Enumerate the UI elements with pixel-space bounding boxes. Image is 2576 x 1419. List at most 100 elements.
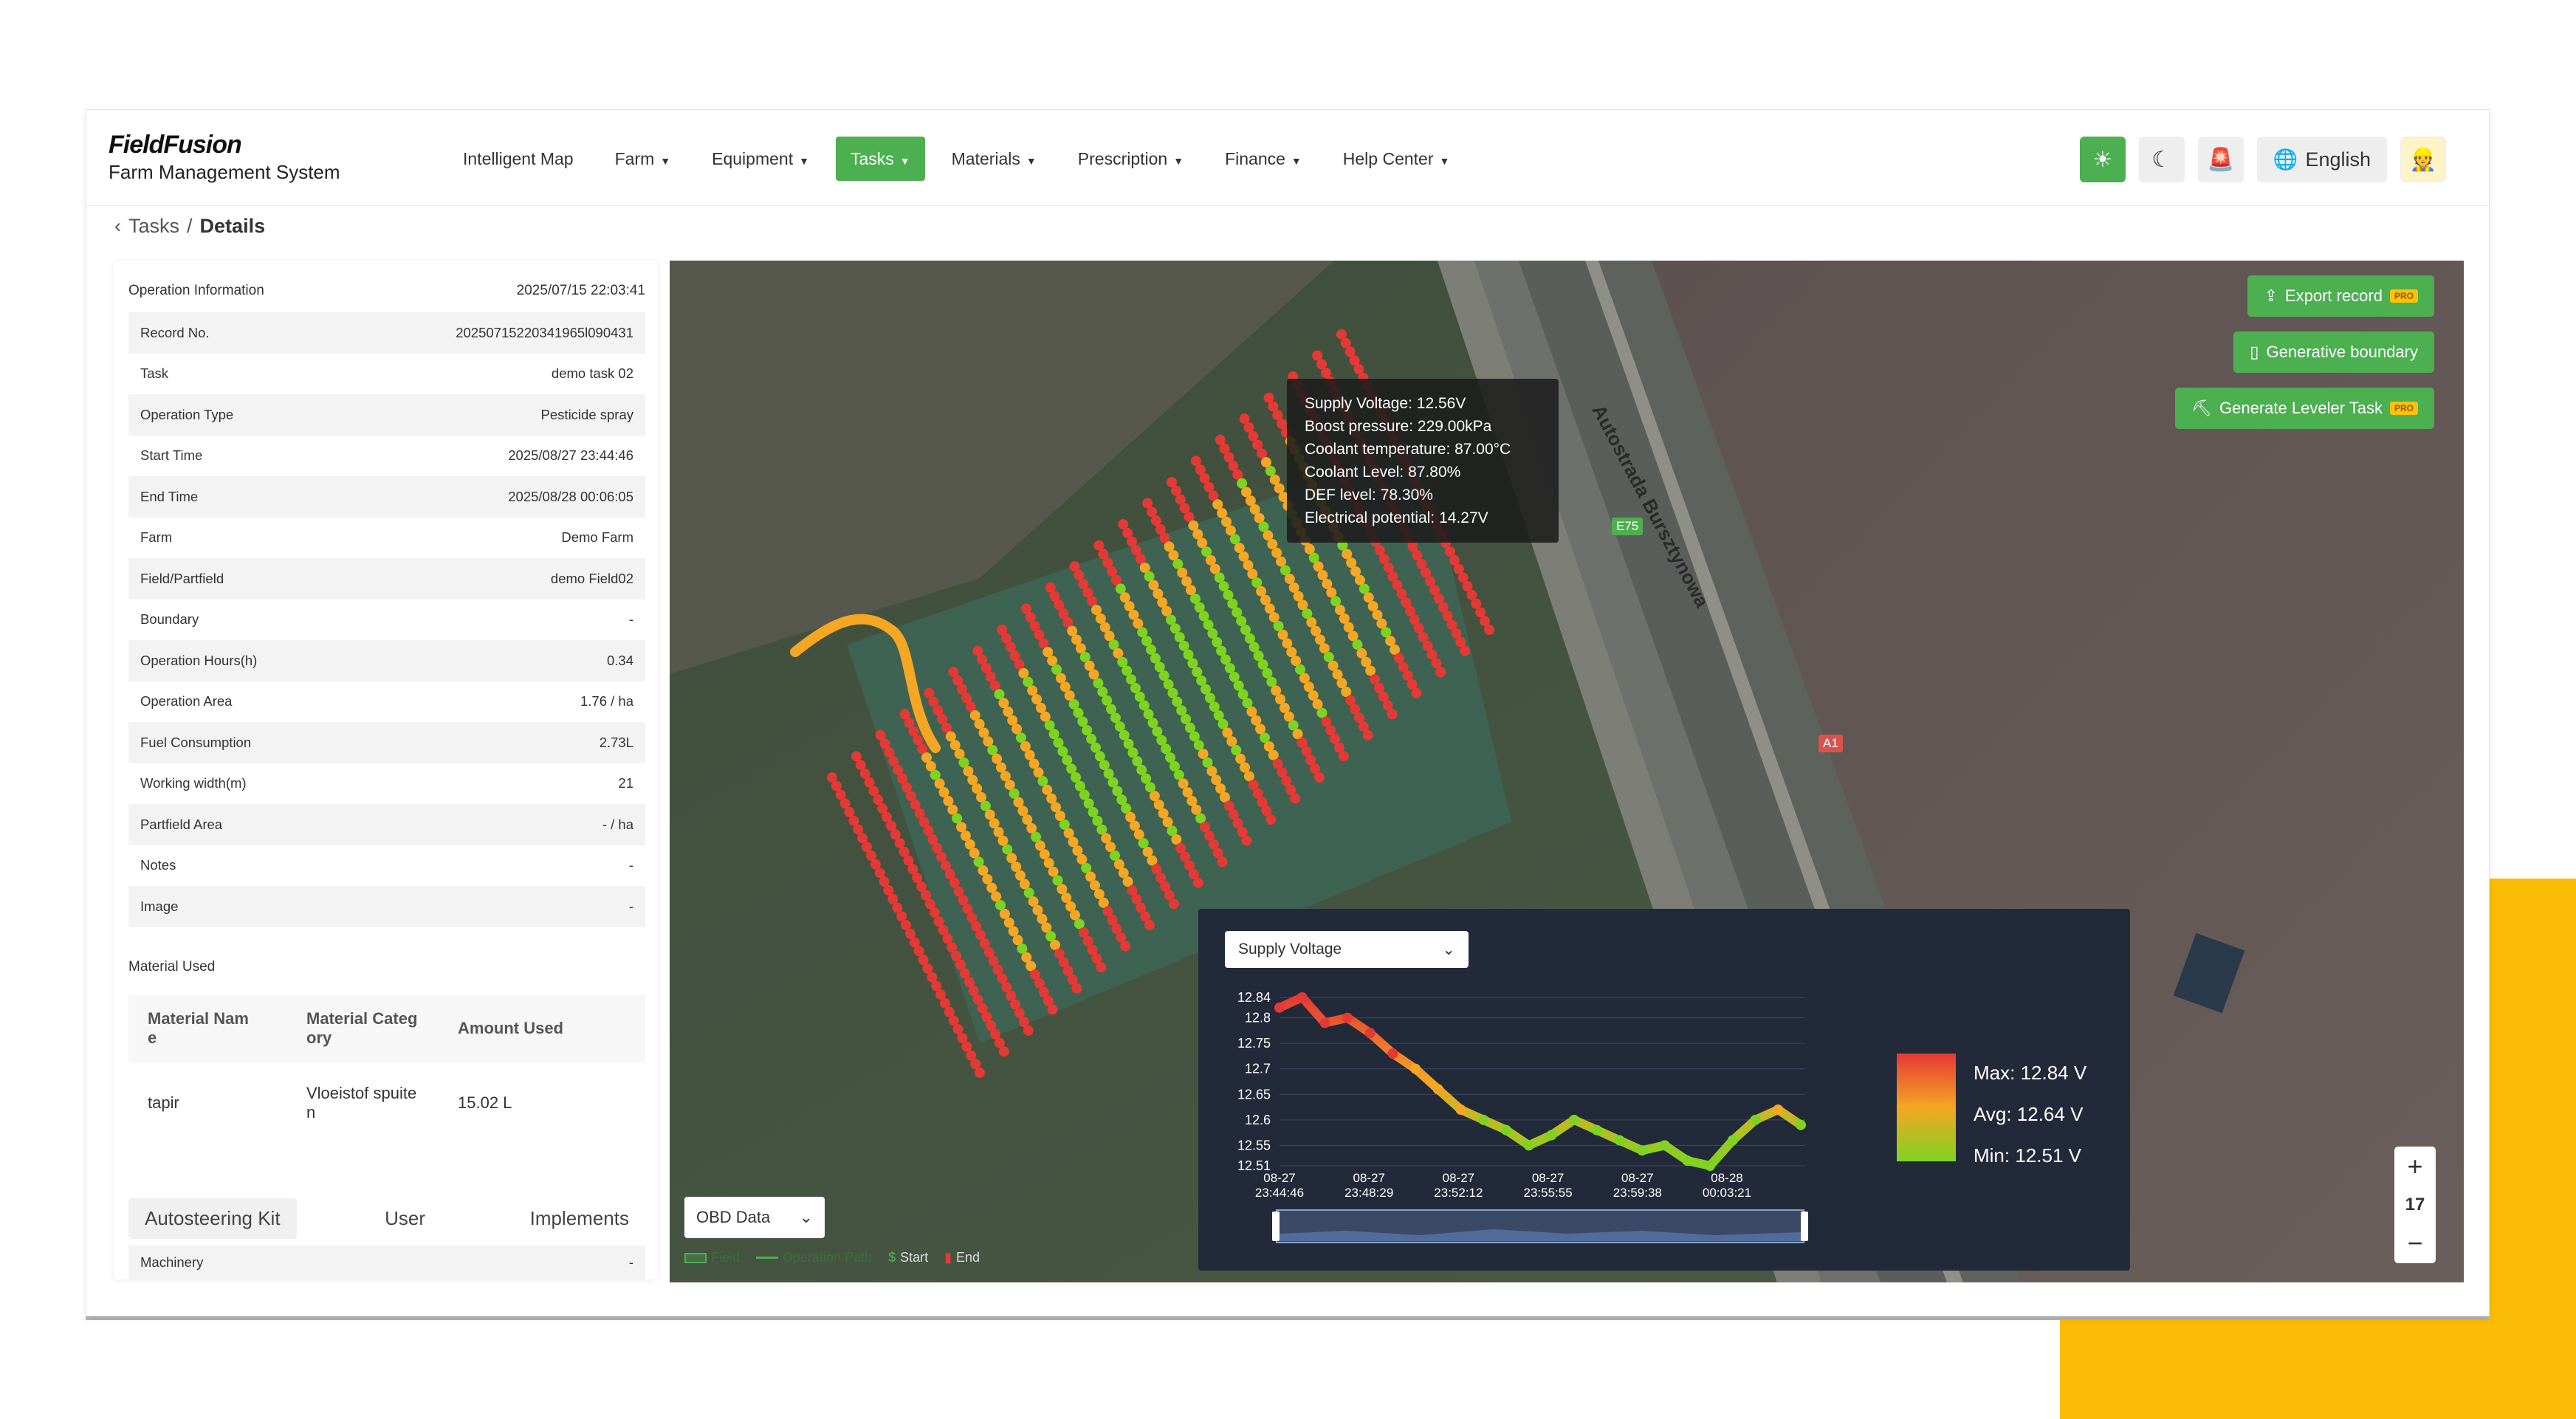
back-chevron-icon[interactable]: ‹ — [114, 215, 121, 238]
generative-boundary-button[interactable]: ▯ Generative boundary — [2233, 331, 2434, 373]
path-point — [1387, 709, 1398, 720]
details-tabs: Autosteering Kit User Implements — [128, 1198, 645, 1239]
data-point[interactable] — [1319, 1017, 1330, 1028]
nav-tasks[interactable]: Tasks ▼ — [835, 137, 925, 181]
data-point[interactable] — [1523, 1140, 1534, 1151]
data-point[interactable] — [1750, 1114, 1761, 1125]
range-slider-right-handle[interactable] — [1801, 1212, 1808, 1241]
operation-timestamp: 2025/07/15 22:03:41 — [516, 283, 645, 298]
end-marker-icon: ▮ — [944, 1250, 952, 1265]
info-value: 20250715220341965l090431 — [456, 324, 633, 340]
machinery-value: - — [628, 1254, 633, 1270]
language-selector[interactable]: 🌐 English — [2256, 137, 2387, 182]
tab-autosteering-kit[interactable]: Autosteering Kit — [128, 1198, 297, 1239]
data-point[interactable] — [1455, 1104, 1466, 1115]
alert-lamp-icon[interactable]: 🚨 — [2197, 137, 2244, 182]
info-row: Operation Type Pesticide spray — [128, 394, 645, 436]
data-point[interactable] — [1342, 1012, 1353, 1023]
info-value: 2025/08/28 00:06:05 — [508, 488, 633, 504]
path-point — [1192, 877, 1203, 888]
data-point[interactable] — [1500, 1124, 1511, 1135]
x-tick-label: 08-27 — [1532, 1171, 1564, 1185]
info-row: Notes - — [128, 845, 645, 887]
legend-end: ▮ End — [944, 1250, 980, 1265]
tab-user[interactable]: User — [368, 1198, 442, 1239]
data-point[interactable] — [1727, 1135, 1738, 1146]
data-point[interactable] — [1705, 1161, 1716, 1171]
data-point[interactable] — [1387, 1048, 1398, 1059]
data-point[interactable] — [1659, 1140, 1670, 1151]
info-value: 2025/08/27 23:44:46 — [508, 447, 633, 464]
legend-operation-path: Operation Path — [756, 1250, 872, 1265]
map-view[interactable]: Autostrada Bursztynowa E75 A1 Supply Vol… — [670, 261, 2464, 1282]
amount-used-cell: 15.02 L — [458, 1093, 512, 1112]
sun-icon[interactable]: ☀ — [2079, 137, 2126, 182]
x-tick-label: 08-27 — [1263, 1171, 1295, 1185]
info-label: Operation Hours(h) — [140, 652, 258, 668]
zoom-out-button[interactable]: − — [2407, 1228, 2422, 1259]
info-value: 1.76 / ha — [580, 693, 633, 710]
export-record-button[interactable]: ⇪ Export record PRO — [2247, 275, 2434, 317]
breadcrumb-parent[interactable]: Tasks — [128, 215, 179, 238]
nav-finance[interactable]: Finance ▼ — [1210, 137, 1316, 181]
zoom-in-button[interactable]: + — [2407, 1151, 2422, 1182]
y-tick-label: 12.84 — [1237, 990, 1271, 1005]
tooltip-line: DEF level: 78.30% — [1305, 487, 1433, 504]
range-slider-left-handle[interactable] — [1272, 1212, 1280, 1241]
info-label: Record No. — [140, 324, 210, 340]
data-point[interactable] — [1682, 1155, 1693, 1167]
generate-leveler-task-button[interactable]: ⛏ Generate Leveler Task PRO — [2175, 388, 2434, 429]
details-panel: Operation Information 2025/07/15 22:03:4… — [114, 261, 658, 1279]
nav-label: Tasks — [850, 149, 894, 168]
path-point — [1484, 625, 1494, 635]
data-point[interactable] — [1637, 1145, 1648, 1156]
operation-title: Operation Information — [128, 283, 264, 298]
info-label: Working width(m) — [140, 775, 247, 791]
info-label: Notes — [140, 857, 176, 873]
data-point[interactable] — [1274, 1002, 1285, 1013]
nav-prescription[interactable]: Prescription ▼ — [1063, 137, 1198, 181]
path-point — [1362, 729, 1373, 741]
info-value: - — [628, 898, 633, 914]
avatar[interactable]: 👷 — [2400, 137, 2446, 182]
data-point[interactable] — [1591, 1124, 1602, 1135]
data-point[interactable] — [1773, 1104, 1784, 1115]
caret-down-icon: ▼ — [660, 155, 671, 167]
data-point[interactable] — [1296, 992, 1308, 1003]
data-point[interactable] — [1410, 1063, 1421, 1074]
nav-materials[interactable]: Materials ▼ — [937, 137, 1051, 181]
tooltip-line: Supply Voltage: 12.56V — [1305, 395, 1466, 412]
nav-intelligent-map[interactable]: Intelligent Map — [448, 137, 588, 181]
path-point — [1411, 687, 1422, 698]
info-value: demo task 02 — [551, 365, 633, 382]
data-point[interactable] — [1478, 1114, 1489, 1125]
info-value: 21 — [618, 775, 633, 791]
map-legend: Field Operation Path $ Start ▮ End — [684, 1250, 980, 1265]
info-row: Task demo task 02 — [128, 354, 645, 395]
x-tick-label: 08-27 — [1621, 1171, 1653, 1185]
nav-equipment[interactable]: Equipment ▼ — [697, 137, 824, 181]
nav-farm[interactable]: Farm ▼ — [600, 137, 686, 181]
info-label: Operation Type — [140, 406, 234, 422]
header-tools: ☀ ☾ 🚨 🌐 English 👷 — [2079, 137, 2446, 182]
material-table-header: Material Nam e Material Categ ory Amount U… — [128, 994, 645, 1062]
tooltip-line: Electrical potential: 14.27V — [1305, 509, 1488, 526]
logo[interactable]: FieldFusion Farm Management System — [109, 131, 340, 184]
data-point[interactable] — [1796, 1119, 1806, 1130]
x-tick-label: 23:55:55 — [1524, 1186, 1573, 1200]
nav-help-center[interactable]: Help Center ▼ — [1328, 137, 1465, 181]
data-point[interactable] — [1614, 1135, 1625, 1146]
info-row: Operation Area 1.76 / ha — [128, 681, 645, 723]
info-value: demo Field02 — [550, 570, 633, 586]
x-tick-label: 00:03:21 — [1703, 1186, 1751, 1200]
x-tick-label: 08-28 — [1711, 1171, 1742, 1185]
data-point[interactable] — [1364, 1028, 1375, 1039]
tab-implements[interactable]: Implements — [514, 1198, 645, 1239]
zoom-level: 17 — [2405, 1195, 2425, 1214]
data-point[interactable] — [1546, 1130, 1557, 1141]
data-point[interactable] — [1432, 1084, 1443, 1095]
data-point[interactable] — [1569, 1114, 1580, 1125]
moon-icon[interactable]: ☾ — [2138, 137, 2185, 182]
obd-data-select[interactable]: OBD Data ⌄ — [684, 1197, 825, 1238]
info-row: Working width(m) 21 — [128, 763, 645, 805]
